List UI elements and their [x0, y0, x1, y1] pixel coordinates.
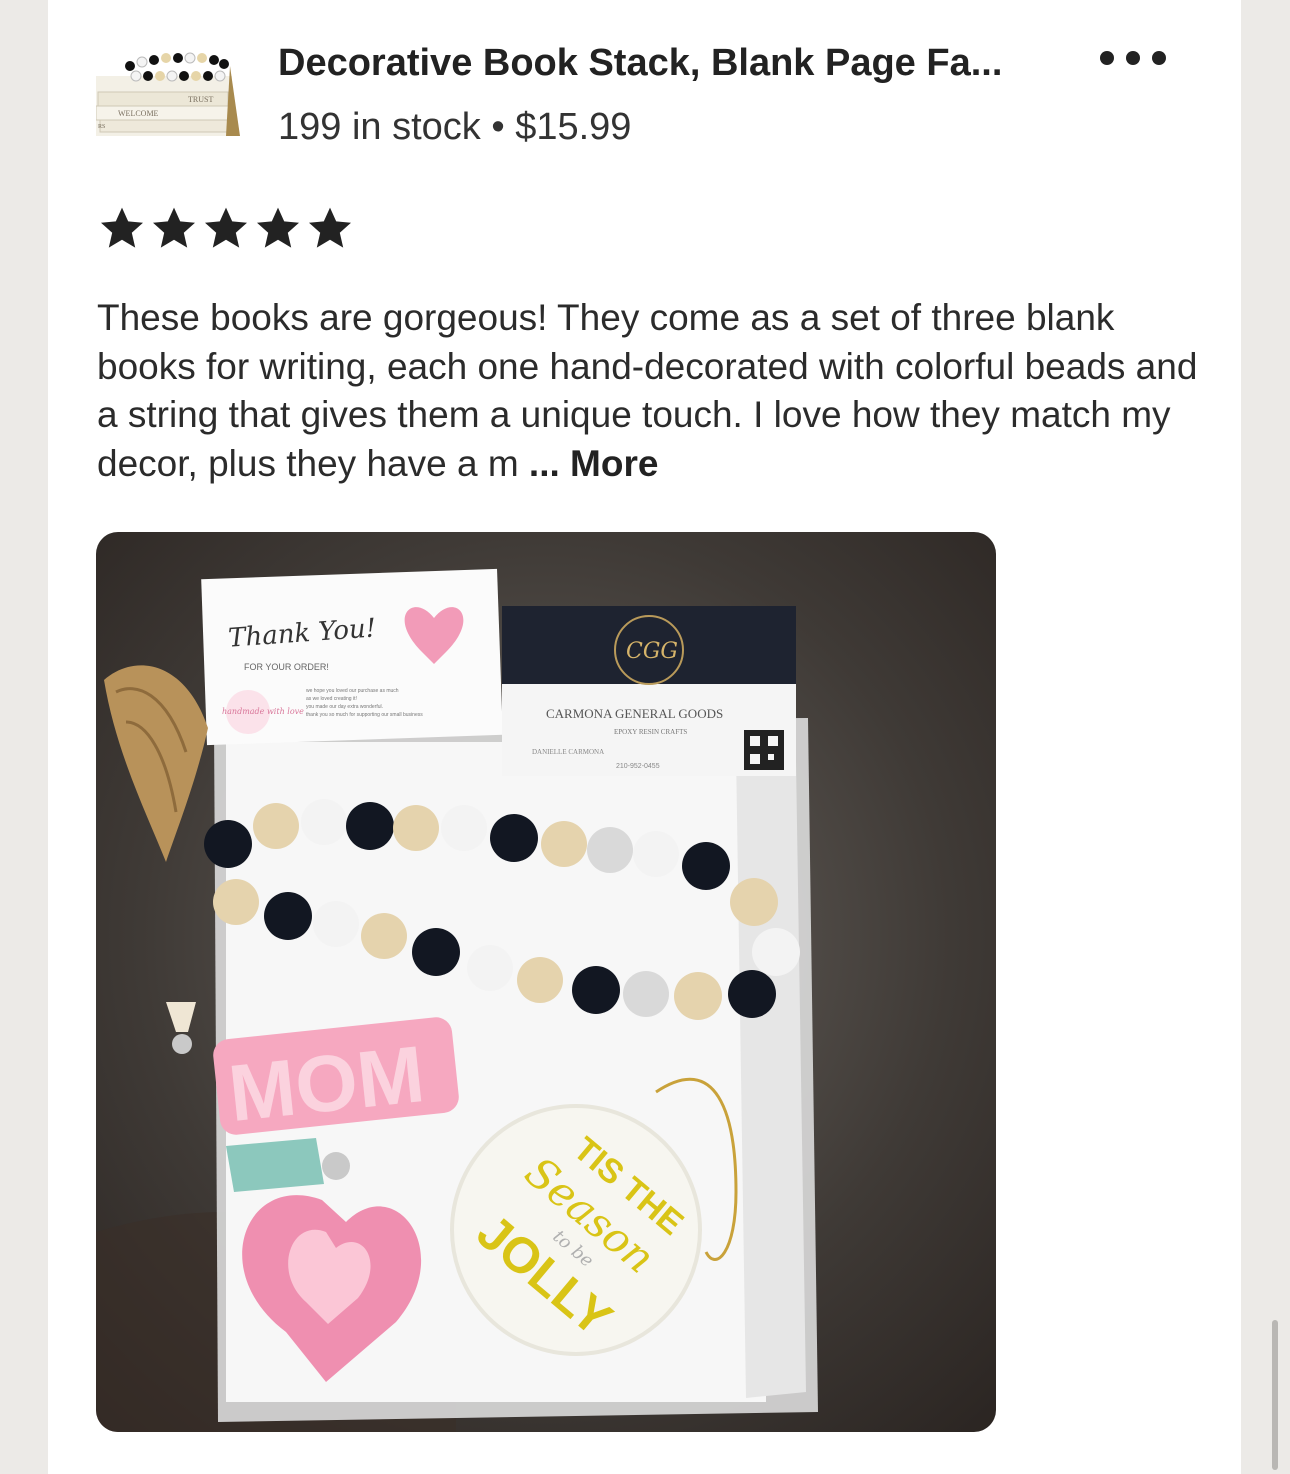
thumbnail-text-1: TRUST: [188, 95, 213, 104]
business-tagline: EPOXY RESIN CRAFTS: [614, 728, 687, 736]
business-name: CARMONA GENERAL GOODS: [546, 706, 723, 721]
handmade-badge: handmade with love: [222, 707, 304, 716]
thumbnail-text-3: RS: [98, 124, 105, 130]
star-icon: [153, 207, 195, 248]
star-icon: [309, 207, 351, 248]
business-owner: DANIELLE CARMONA: [532, 748, 604, 756]
more-options-button[interactable]: [1100, 44, 1166, 72]
star-rating: [98, 204, 354, 252]
thumbnail-text-2: WELCOME: [118, 109, 159, 118]
star-icon: [101, 207, 143, 248]
review-text-block: These books are gorgeous! They come as a…: [97, 294, 1207, 488]
thank-you-body-2: as we loved creating it!: [306, 696, 357, 702]
business-monogram: CGG: [626, 639, 678, 664]
thank-you-body-3: you made our day extra wonderful.: [306, 704, 383, 710]
listing-title[interactable]: Decorative Book Stack, Blank Page Fa...: [278, 42, 1002, 85]
star-icon: [205, 207, 247, 248]
listing-thumbnail[interactable]: TRUST WELCOME RS: [96, 36, 244, 144]
thank-you-subheading: FOR YOUR ORDER!: [244, 662, 329, 672]
thank-you-body-1: we hope you loved our purchase as much: [306, 688, 399, 694]
star-icon: [257, 207, 299, 248]
dot-icon: [1152, 51, 1166, 65]
thank-you-card: Thank You! FOR YOUR ORDER! handmade with…: [201, 568, 503, 746]
dot-icon: [1100, 51, 1114, 65]
more-link[interactable]: ... More: [529, 443, 659, 484]
review-photo[interactable]: Thank You! FOR YOUR ORDER! handmade with…: [96, 532, 996, 1432]
scrollbar[interactable]: [1272, 1320, 1278, 1470]
business-phone: 210-952-0455: [616, 763, 660, 770]
business-card: CGG CARMONA GENERAL GOODS EPOXY RESIN CR…: [502, 606, 796, 776]
thank-you-body-4: thank you so much for supporting our sma…: [306, 712, 423, 718]
listing-stock-price: 199 in stock • $15.99: [278, 106, 632, 148]
dot-icon: [1126, 51, 1140, 65]
